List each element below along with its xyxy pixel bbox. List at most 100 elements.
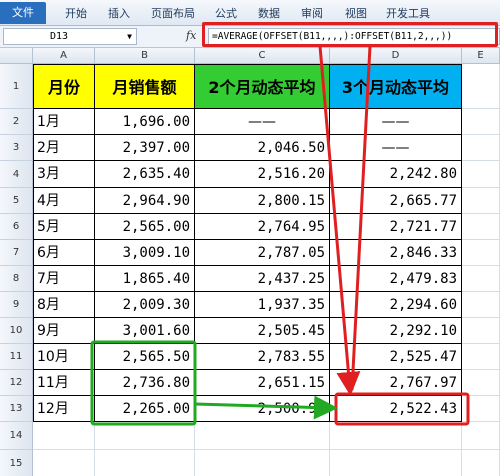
empty-cell[interactable] [462,109,500,135]
fx-icon[interactable]: fx [186,29,196,42]
cell-avg2[interactable]: 2,516.20 [195,161,330,188]
table-header-cell[interactable]: 月销售额 [95,64,195,109]
select-all-corner[interactable] [0,48,33,64]
cell-avg2[interactable]: 2,437.25 [195,266,330,292]
column-header-a[interactable]: A [33,48,95,64]
tab-3[interactable]: 公式 [212,5,240,23]
cell-avg3[interactable]: 2,665.77 [330,188,462,214]
cell-avg3[interactable]: 2,525.47 [330,344,462,370]
row-header[interactable]: 6 [0,214,33,240]
chevron-down-icon[interactable]: ▼ [127,29,132,44]
cell-avg2[interactable]: 2,651.15 [195,370,330,396]
cell-avg2[interactable]: 2,764.95 [195,214,330,240]
cell-avg2[interactable]: 2,046.50 [195,135,330,161]
empty-cell[interactable] [33,450,95,476]
cell-month[interactable]: 7月 [33,266,95,292]
cell-avg3[interactable]: 2,846.33 [330,240,462,266]
empty-cell[interactable] [462,135,500,161]
cell-sales[interactable]: 2,635.40 [95,161,195,188]
cell-avg3[interactable]: 2,242.80 [330,161,462,188]
cell-avg3[interactable]: —— [330,135,462,161]
empty-cell[interactable] [462,292,500,318]
table-header-cell[interactable]: 2个月动态平均 [195,64,330,109]
column-header-c[interactable]: C [195,48,330,64]
empty-cell[interactable] [330,422,462,450]
cell-sales[interactable]: 3,001.60 [95,318,195,344]
cell-avg3[interactable]: 2,294.60 [330,292,462,318]
empty-cell[interactable] [462,161,500,188]
empty-cell[interactable] [462,266,500,292]
tab-5[interactable]: 审阅 [298,5,326,23]
empty-cell[interactable] [462,64,500,109]
cell-avg3[interactable]: 2,522.43 [330,396,462,422]
table-header-cell[interactable]: 3个月动态平均 [330,64,462,109]
row-header[interactable]: 10 [0,318,33,344]
row-header[interactable]: 15 [0,450,33,476]
cell-month[interactable]: 1月 [33,109,95,135]
cell-sales[interactable]: 2,265.00 [95,396,195,422]
tab-7[interactable]: 开发工具 [385,5,431,23]
empty-cell[interactable] [462,450,500,476]
row-header[interactable]: 12 [0,370,33,396]
cell-month[interactable]: 11月 [33,370,95,396]
tab-2[interactable]: 页面布局 [148,5,198,23]
row-header[interactable]: 4 [0,161,33,188]
cell-month[interactable]: 8月 [33,292,95,318]
cell-avg2[interactable]: 2,800.15 [195,188,330,214]
cell-sales[interactable]: 2,736.80 [95,370,195,396]
cell-avg3[interactable]: 2,721.77 [330,214,462,240]
tab-4[interactable]: 数据 [255,5,283,23]
table-header-cell[interactable]: 月份 [33,64,95,109]
tab-file[interactable]: 文件 [0,2,46,24]
row-header[interactable]: 8 [0,266,33,292]
empty-cell[interactable] [462,214,500,240]
empty-cell[interactable] [462,188,500,214]
row-header[interactable]: 3 [0,135,33,161]
empty-cell[interactable] [95,450,195,476]
cell-avg3[interactable]: 2,479.83 [330,266,462,292]
row-header[interactable]: 2 [0,109,33,135]
column-header-e[interactable]: E [462,48,500,64]
row-header[interactable]: 14 [0,422,33,450]
cell-month[interactable]: 10月 [33,344,95,370]
empty-cell[interactable] [462,422,500,450]
cell-sales[interactable]: 1,865.40 [95,266,195,292]
row-header[interactable]: 9 [0,292,33,318]
cell-avg3[interactable]: 2,767.97 [330,370,462,396]
column-header-d[interactable]: D [330,48,462,64]
empty-cell[interactable] [195,450,330,476]
cell-avg3[interactable]: 2,292.10 [330,318,462,344]
row-header[interactable]: 1 [0,64,33,109]
cell-month[interactable]: 2月 [33,135,95,161]
cell-month[interactable]: 12月 [33,396,95,422]
cell-avg2[interactable]: —— [195,109,330,135]
cell-sales[interactable]: 2,397.00 [95,135,195,161]
tab-1[interactable]: 插入 [105,5,133,23]
cell-month[interactable]: 5月 [33,214,95,240]
row-header[interactable]: 5 [0,188,33,214]
cell-sales[interactable]: 3,009.10 [95,240,195,266]
empty-cell[interactable] [462,396,500,422]
empty-cell[interactable] [195,422,330,450]
cell-avg2[interactable]: 2,505.45 [195,318,330,344]
empty-cell[interactable] [33,422,95,450]
name-box[interactable]: D13 ▼ [3,28,137,45]
empty-cell[interactable] [330,450,462,476]
empty-cell[interactable] [462,370,500,396]
empty-cell[interactable] [462,344,500,370]
tab-6[interactable]: 视图 [342,5,370,23]
cell-avg2[interactable]: 2,787.05 [195,240,330,266]
cell-avg3[interactable]: —— [330,109,462,135]
cell-month[interactable]: 3月 [33,161,95,188]
empty-cell[interactable] [95,422,195,450]
column-header-b[interactable]: B [95,48,195,64]
tab-0[interactable]: 开始 [62,5,90,23]
cell-sales[interactable]: 2,565.00 [95,214,195,240]
empty-cell[interactable] [462,318,500,344]
cell-sales[interactable]: 2,565.50 [95,344,195,370]
row-header[interactable]: 11 [0,344,33,370]
row-header[interactable]: 7 [0,240,33,266]
cell-avg2[interactable]: 2,783.55 [195,344,330,370]
cell-sales[interactable]: 2,009.30 [95,292,195,318]
row-header[interactable]: 13 [0,396,33,422]
